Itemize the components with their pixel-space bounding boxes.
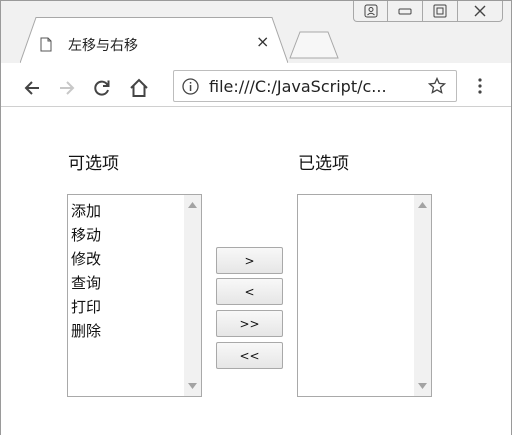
minimize-icon — [398, 8, 412, 15]
user-icon — [364, 4, 377, 18]
browser-tab[interactable] — [20, 17, 288, 63]
move-right-button[interactable]: > — [216, 247, 283, 274]
maximize-button[interactable] — [423, 1, 458, 22]
scroll-up-icon[interactable] — [188, 202, 197, 208]
close-window-button[interactable] — [458, 1, 503, 22]
back-arrow-icon[interactable] — [23, 79, 41, 97]
list-item[interactable]: 删除 — [71, 319, 101, 343]
scroll-up-icon[interactable] — [418, 202, 427, 208]
list-item[interactable]: 添加 — [71, 199, 101, 223]
scrollbar[interactable] — [184, 195, 201, 396]
document-icon — [40, 37, 52, 52]
forward-arrow-icon[interactable] — [58, 79, 76, 97]
reload-icon[interactable] — [93, 79, 111, 97]
selected-options-list[interactable] — [297, 194, 432, 397]
bookmark-star-icon[interactable] — [428, 77, 446, 95]
maximize-icon — [433, 4, 447, 18]
available-options-label: 可选项 — [68, 154, 119, 174]
selected-options-label: 已选项 — [298, 154, 349, 174]
info-icon[interactable] — [182, 78, 199, 95]
scroll-down-icon[interactable] — [418, 383, 427, 389]
menu-dots-icon[interactable] — [477, 78, 483, 94]
window-controls — [353, 1, 503, 25]
list-item[interactable]: 修改 — [71, 247, 101, 271]
available-items-container: 添加 移动 修改 查询 打印 删除 — [71, 199, 101, 343]
tab-close-icon[interactable]: × — [256, 34, 269, 50]
new-tab-button[interactable] — [288, 31, 340, 59]
list-item[interactable]: 打印 — [71, 295, 101, 319]
available-options-list[interactable]: 添加 移动 修改 查询 打印 删除 — [67, 194, 202, 397]
url-text[interactable]: file:///C:/JavaScript/c... — [209, 77, 387, 96]
browser-window: 左移与右移 × file:///C:/JavaScript/c... 可选项 已… — [0, 0, 512, 435]
move-all-left-button[interactable]: << — [216, 342, 283, 369]
user-profile-button[interactable] — [353, 1, 388, 22]
move-left-button[interactable]: < — [216, 278, 283, 305]
list-item[interactable]: 查询 — [71, 271, 101, 295]
tab-title: 左移与右移 — [68, 38, 138, 54]
list-item[interactable]: 移动 — [71, 223, 101, 247]
scrollbar[interactable] — [414, 195, 431, 396]
scroll-down-icon[interactable] — [188, 383, 197, 389]
move-all-right-button[interactable]: >> — [216, 310, 283, 337]
minimize-button[interactable] — [388, 1, 423, 22]
close-icon — [474, 5, 486, 17]
home-icon[interactable] — [129, 78, 149, 98]
